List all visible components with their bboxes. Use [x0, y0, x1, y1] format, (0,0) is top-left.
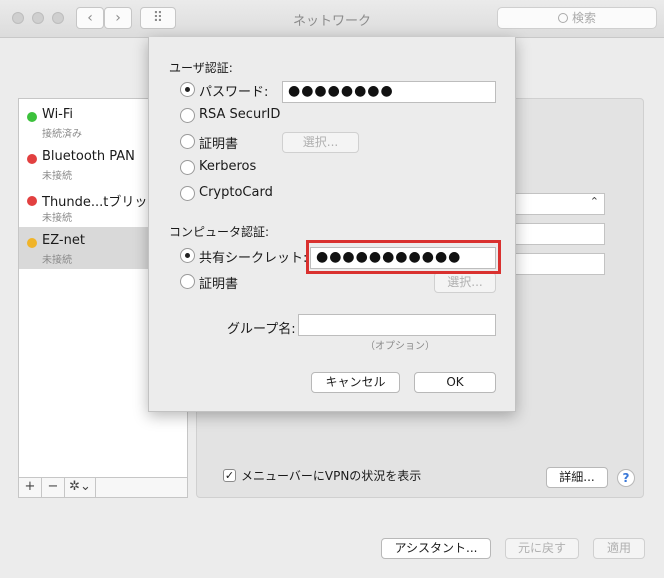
radio-shared-secret[interactable]: [180, 248, 195, 263]
ok-button[interactable]: OK: [414, 372, 496, 393]
show-vpn-checkbox[interactable]: ✓: [223, 469, 236, 482]
details-button[interactable]: 詳細...: [546, 467, 608, 488]
group-name-field[interactable]: [298, 314, 496, 336]
service-name: Thunde...tブリッジ: [42, 195, 161, 210]
search-placeholder: 検索: [571, 11, 596, 25]
checkmark-icon: ✓: [224, 469, 235, 482]
machine-auth-title: コンピュータ認証:: [169, 225, 270, 239]
radio-label-certificate: 証明書: [199, 137, 239, 152]
gear-icon: ✲⌄: [69, 479, 91, 494]
radio-rsa-securid[interactable]: [180, 108, 195, 123]
radio-label-rsa-securid: RSA SecurID: [199, 107, 281, 122]
radio-password[interactable]: [180, 82, 195, 97]
radio-label-machine-certificate: 証明書: [199, 277, 239, 292]
service-name: Wi-Fi: [42, 107, 74, 122]
updown-chevron-icon: ⌃: [589, 195, 599, 208]
user-auth-title: ユーザ認証:: [169, 61, 233, 75]
show-vpn-label: メニューバーにVPNの状況を表示: [241, 469, 422, 483]
search-field[interactable]: 検索: [497, 7, 657, 29]
group-name-label: グループ名:: [227, 322, 296, 337]
status-dot: [27, 154, 37, 164]
status-dot: [27, 196, 37, 206]
service-status: 未接続: [42, 255, 72, 266]
remove-service-button[interactable]: −: [42, 478, 65, 497]
popup-menu[interactable]: ⌃: [512, 193, 605, 215]
radio-label-kerberos: Kerberos: [199, 159, 257, 174]
service-status: 未接続: [42, 171, 72, 182]
radio-cryptocard[interactable]: [180, 186, 195, 201]
optional-note: （オプション）: [365, 341, 435, 352]
highlight-box: [306, 240, 501, 274]
radio-label-password: パスワード:: [199, 85, 269, 100]
radio-machine-certificate[interactable]: [180, 274, 195, 289]
authentication-sheet: ユーザ認証: パスワード: ●●●●●●●● RSA SecurID 証明書 選…: [148, 37, 516, 412]
select-machine-certificate-button[interactable]: 選択...: [434, 272, 496, 293]
cancel-button[interactable]: キャンセル: [311, 372, 400, 393]
service-name: Bluetooth PAN: [42, 149, 135, 164]
plus-icon: +: [24, 479, 36, 494]
status-dot: [27, 238, 37, 248]
title-bar: ‹ › ⠿ ネットワーク 検索: [0, 0, 664, 38]
assistant-button[interactable]: アシスタント...: [381, 538, 491, 559]
help-button[interactable]: ?: [617, 469, 635, 487]
revert-button[interactable]: 元に戻す: [505, 538, 579, 559]
radio-certificate[interactable]: [180, 134, 195, 149]
select-certificate-button[interactable]: 選択...: [282, 132, 359, 153]
action-menu-button[interactable]: ✲⌄: [65, 478, 96, 497]
text-field[interactable]: [512, 253, 605, 275]
service-status: 未接続: [42, 213, 72, 224]
status-dot: [27, 112, 37, 122]
add-service-button[interactable]: +: [19, 478, 42, 497]
service-name: EZ-net: [42, 233, 85, 248]
radio-label-shared-secret: 共有シークレット:: [199, 251, 308, 266]
minus-icon: −: [47, 479, 59, 494]
password-field[interactable]: ●●●●●●●●: [282, 81, 496, 103]
apply-button[interactable]: 適用: [593, 538, 645, 559]
radio-label-cryptocard: CryptoCard: [199, 185, 273, 200]
search-icon: [557, 13, 568, 23]
service-status: 接続済み: [42, 129, 82, 140]
text-field[interactable]: [512, 223, 605, 245]
radio-kerberos[interactable]: [180, 160, 195, 175]
service-list-toolbar: + − ✲⌄: [18, 478, 188, 498]
